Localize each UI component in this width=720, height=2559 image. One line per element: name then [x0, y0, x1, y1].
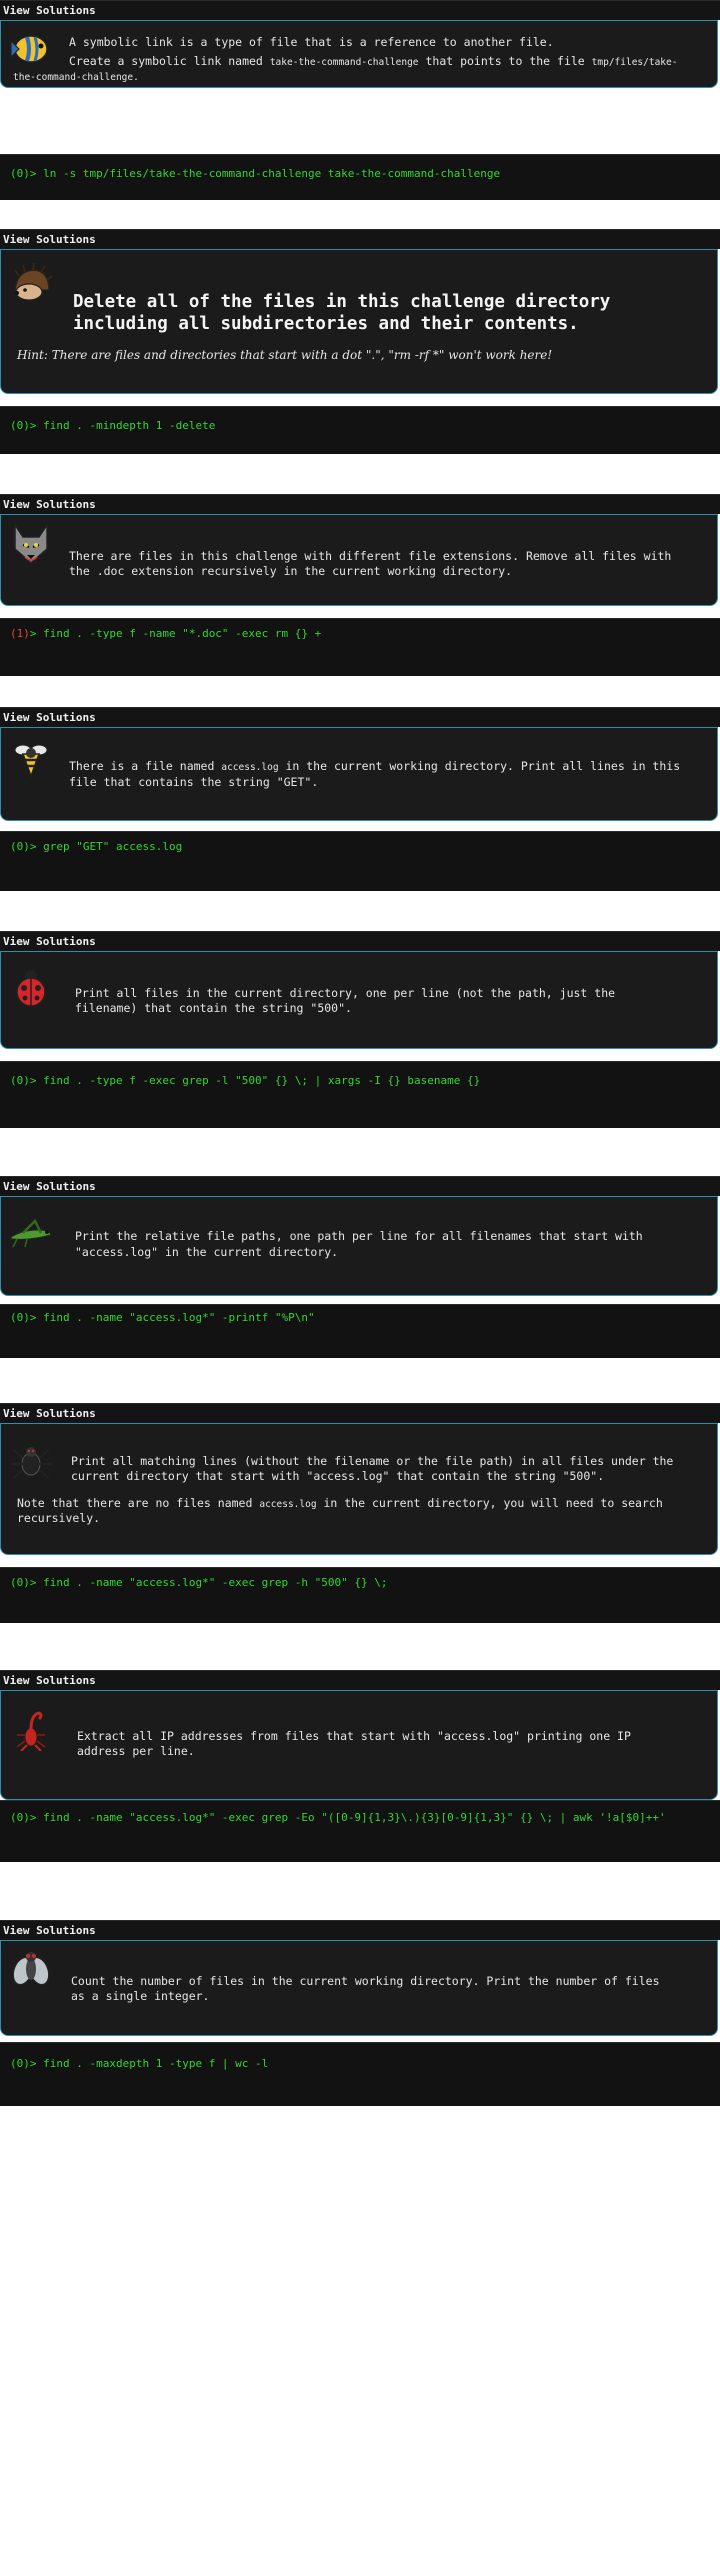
code-access-log: access.log [221, 762, 279, 773]
challenge-hint: Hint: There are files and directories th… [17, 348, 553, 362]
challenge-note: Note that there are no files named acces… [17, 1496, 663, 1510]
solution-row: (0)> find . -mindepth 1 -delete [0, 406, 720, 454]
challenge-description: Print all matching lines (without the fi… [71, 1454, 674, 1468]
fly-icon [12, 1952, 50, 1986]
solution-row: (0)> find . -maxdepth 1 -type f | wc -l [0, 2042, 720, 2106]
challenge-description-line2: including all subdirectories and their c… [73, 314, 579, 334]
challenge-description: Extract all IP addresses from files that… [77, 1729, 631, 1743]
spider-icon [11, 1447, 51, 1479]
view-solutions-header[interactable]: View Solutions [0, 1403, 720, 1423]
challenge-panel-symlink: A symbolic link is a type of file that i… [0, 20, 718, 88]
solution-row: (0)> find . -name "access.log*" -exec gr… [0, 1800, 720, 1862]
challenge-description: Print the relative file paths, one path … [75, 1229, 643, 1243]
view-solutions-header[interactable]: View Solutions [0, 1670, 720, 1690]
solution-command[interactable]: (0)> find . -name "access.log*" -exec gr… [10, 1576, 388, 1589]
challenge-description: Delete all of the files in this challeng… [73, 292, 611, 312]
view-solutions-header[interactable]: View Solutions [0, 494, 720, 514]
fish-icon [10, 35, 48, 63]
challenge-panel-relative-paths: Print the relative file paths, one path … [0, 1196, 718, 1296]
challenge-panel-grep-get: There is a file named access.log in the … [0, 727, 718, 821]
challenge-description-line3: the-command-challenge. [13, 72, 139, 83]
solution-row: (0)> grep "GET" access.log [0, 831, 720, 891]
challenge-description-line2: current directory that start with "acces… [71, 1469, 605, 1483]
bee-icon [14, 744, 48, 779]
solution-command[interactable]: (0)> ln -s tmp/files/take-the-command-ch… [10, 167, 500, 180]
challenge-panel-delete-all: Delete all of the files in this challeng… [0, 249, 718, 394]
solution-command[interactable]: (1)> find . -type f -name "*.doc" -exec … [10, 627, 321, 640]
code-symlink-name: take-the-command-challenge [269, 57, 419, 68]
hedgehog-icon [14, 262, 53, 301]
view-solutions-header[interactable]: View Solutions [0, 931, 720, 951]
ladybug-icon [16, 970, 46, 1007]
challenge-description-line2: file that contains the string "GET". [69, 775, 319, 789]
solution-row: (1)> find . -type f -name "*.doc" -exec … [0, 618, 720, 676]
challenge-panel-grep-500: Print all files in the current directory… [0, 951, 718, 1049]
solution-command[interactable]: (0)> find . -type f -exec grep -l "500" … [10, 1074, 480, 1087]
challenge-description: A symbolic link is a type of file that i… [69, 35, 554, 49]
view-solutions-header[interactable]: View Solutions [0, 1920, 720, 1940]
challenge-panel-remove-doc: There are files in this challenge with d… [0, 514, 718, 606]
wolf-icon [14, 522, 48, 564]
challenge-description-line2: "access.log" in the current directory. [75, 1245, 339, 1259]
solution-row: (0)> find . -type f -exec grep -l "500" … [0, 1061, 720, 1128]
challenge-description-line2: filename) that contain the string "500". [75, 1001, 352, 1015]
solution-command[interactable]: (0)> find . -maxdepth 1 -type f | wc -l [10, 2057, 268, 2070]
challenge-description-line2: Create a symbolic link named take-the-co… [69, 54, 678, 68]
grasshopper-icon [10, 1218, 52, 1248]
challenge-description-line2: the .doc extension recursively in the cu… [69, 564, 513, 578]
scorpion-icon [16, 1711, 46, 1751]
challenge-description-line2: as a single integer. [71, 1989, 210, 2003]
code-access-log: access.log [259, 1499, 317, 1510]
code-target-path: tmp/files/take- [591, 57, 678, 68]
challenge-panel-extract-ips: Extract all IP addresses from files that… [0, 1690, 718, 1800]
challenge-description: There is a file named access.log in the … [69, 759, 681, 773]
view-solutions-header[interactable]: View Solutions [0, 707, 720, 727]
view-solutions-header[interactable]: View Solutions [0, 0, 720, 20]
challenge-description-line2: address per line. [77, 1744, 195, 1758]
solution-row: (0)> ln -s tmp/files/take-the-command-ch… [0, 154, 720, 200]
solution-command[interactable]: (0)> find . -mindepth 1 -delete [10, 419, 215, 432]
challenge-description: Print all files in the current directory… [75, 986, 616, 1000]
solution-row: (0)> find . -name "access.log*" -exec gr… [0, 1567, 720, 1623]
view-solutions-header[interactable]: View Solutions [0, 1176, 720, 1196]
view-solutions-header[interactable]: View Solutions [0, 229, 720, 249]
challenge-note-line2: recursively. [17, 1511, 101, 1525]
challenge-panel-grep-recursive: Print all matching lines (without the fi… [0, 1423, 718, 1555]
challenge-description: Count the number of files in the current… [71, 1974, 660, 1988]
solution-command[interactable]: (0)> find . -name "access.log*" -printf … [10, 1311, 315, 1324]
challenge-panel-count-files: Count the number of files in the current… [0, 1940, 718, 2036]
solution-command[interactable]: (0)> grep "GET" access.log [10, 840, 182, 853]
solution-command[interactable]: (0)> find . -name "access.log*" -exec gr… [10, 1811, 666, 1824]
solution-row: (0)> find . -name "access.log*" -printf … [0, 1304, 720, 1358]
challenge-description: There are files in this challenge with d… [69, 549, 672, 563]
